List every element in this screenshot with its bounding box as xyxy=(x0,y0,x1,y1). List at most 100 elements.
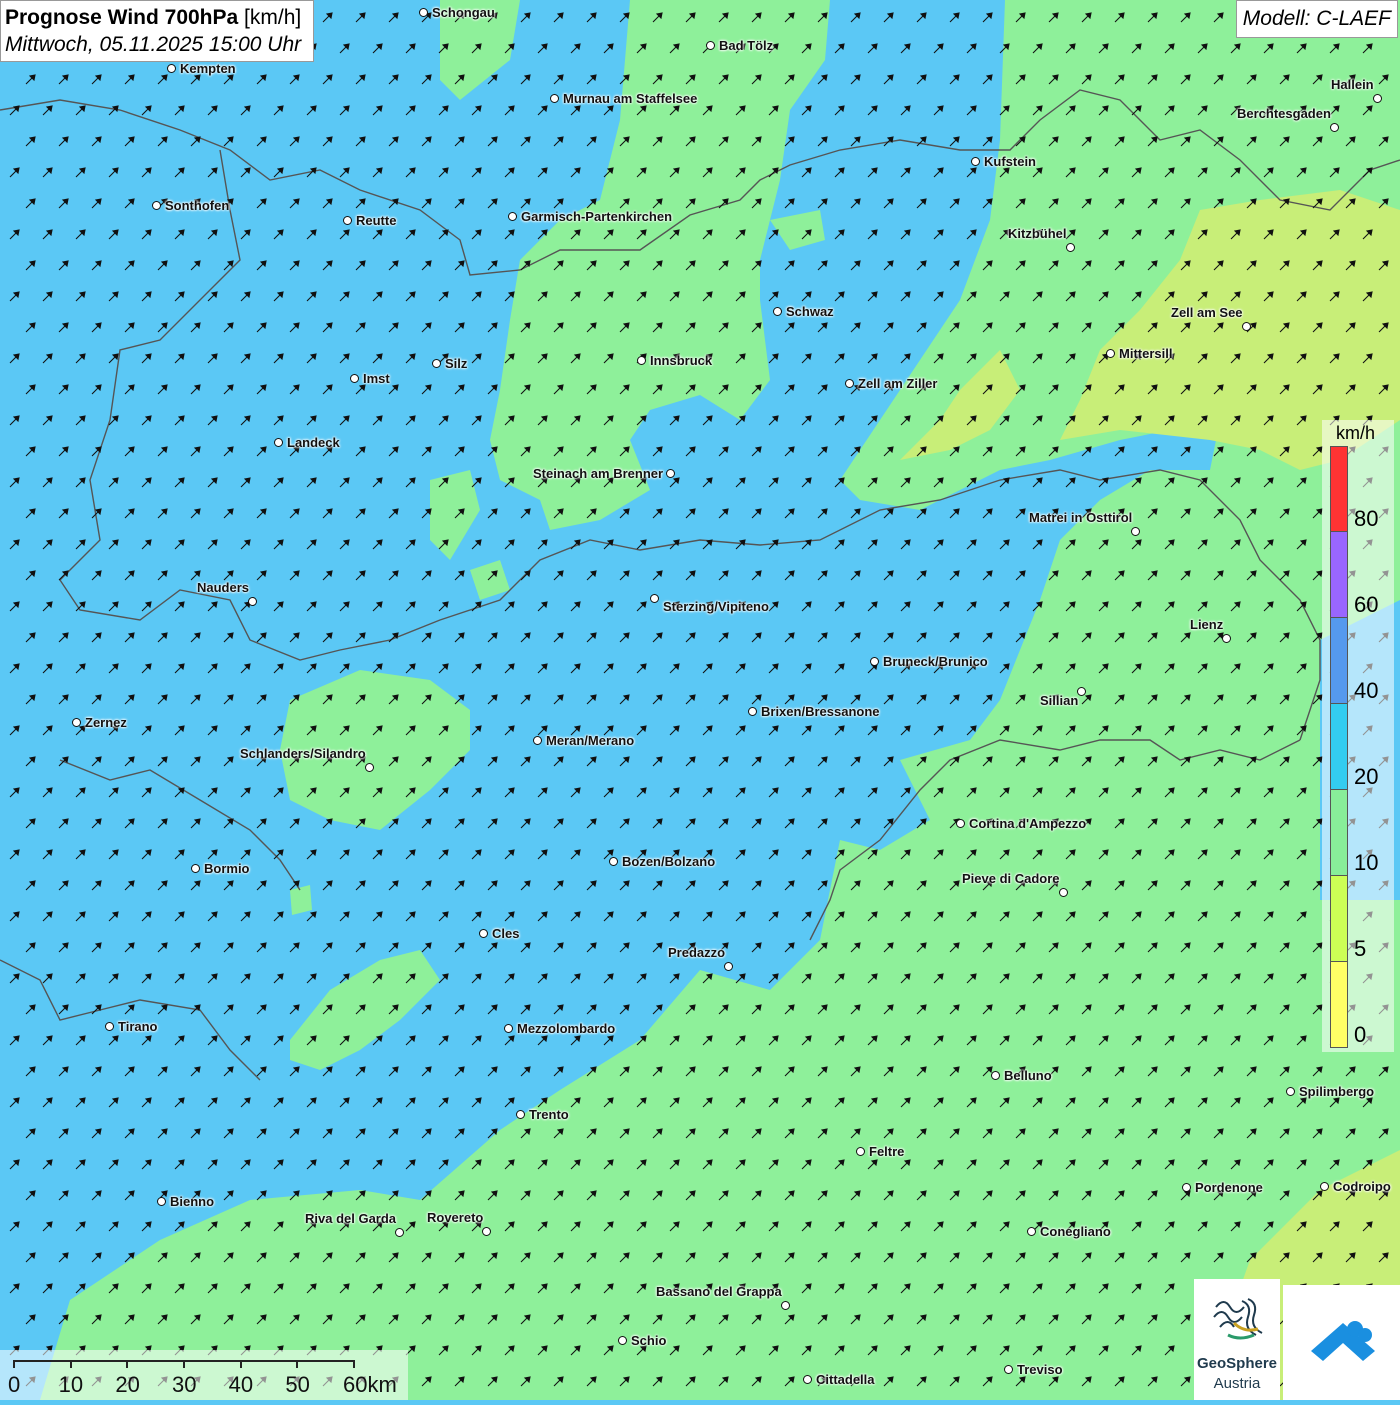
city-label[interactable]: Bormio xyxy=(204,861,250,876)
city-marker-icon xyxy=(105,1022,114,1031)
city-label[interactable]: Tirano xyxy=(118,1019,158,1034)
city-marker-icon xyxy=(706,41,715,50)
scale-tick xyxy=(296,1360,299,1368)
city-marker-icon xyxy=(479,929,488,938)
city-marker-icon xyxy=(191,864,200,873)
city-label[interactable]: Bozen/Bolzano xyxy=(622,854,715,869)
weather-app-icon xyxy=(1311,1321,1375,1361)
scale-label: 0 xyxy=(8,1372,21,1397)
city-marker-icon xyxy=(773,307,782,316)
city-label[interactable]: Kufstein xyxy=(984,154,1036,169)
city-marker-icon xyxy=(637,356,646,365)
city-label[interactable]: Spilimbergo xyxy=(1299,1084,1374,1099)
city-label[interactable]: Zell am Ziller xyxy=(858,376,937,391)
city-label[interactable]: Riva del Garda xyxy=(305,1211,396,1226)
legend-tick-label: 60 xyxy=(1354,592,1379,617)
city-label[interactable]: Matrei in Osttirol xyxy=(1029,510,1132,525)
weather-app-logo xyxy=(1283,1285,1400,1400)
city-marker-icon xyxy=(803,1375,812,1384)
city-marker-icon xyxy=(748,707,757,716)
city-label[interactable]: Bad Tölz xyxy=(719,38,773,53)
city-label[interactable]: Rovereto xyxy=(427,1210,483,1225)
city-label[interactable]: Mezzolombardo xyxy=(517,1021,615,1036)
legend-tick-label: 5 xyxy=(1354,936,1367,961)
city-label[interactable]: Schongau xyxy=(432,5,495,20)
city-label[interactable]: Mittersill xyxy=(1119,346,1172,361)
city-label[interactable]: Sillian xyxy=(1040,693,1078,708)
city-marker-icon xyxy=(157,1197,166,1206)
city-label[interactable]: Zernez xyxy=(85,715,127,730)
city-label[interactable]: Meran/Merano xyxy=(546,733,634,748)
city-marker-icon xyxy=(1059,888,1068,897)
legend-tick-label: 80 xyxy=(1354,506,1379,531)
city-label[interactable]: Innsbruck xyxy=(650,353,712,368)
city-label[interactable]: Steinach am Brenner xyxy=(533,466,663,481)
city-marker-icon xyxy=(395,1228,404,1237)
legend-tick-label: 40 xyxy=(1354,678,1379,703)
city-label[interactable]: Reutte xyxy=(356,213,396,228)
city-marker-icon xyxy=(350,374,359,383)
city-label[interactable]: Cittadella xyxy=(816,1372,875,1387)
city-label[interactable]: Lienz xyxy=(1190,617,1223,632)
city-marker-icon xyxy=(1286,1087,1295,1096)
color-legend: km/h 80 60 40 20 10 5 0 xyxy=(1322,420,1394,1052)
city-label[interactable]: Kempten xyxy=(180,61,236,76)
city-label[interactable]: Belluno xyxy=(1004,1068,1052,1083)
city-label[interactable]: Landeck xyxy=(287,435,340,450)
legend-color-segment xyxy=(1330,962,1348,1048)
city-label[interactable]: Nauders xyxy=(197,580,249,595)
city-label[interactable]: Cortina d'Ampezzo xyxy=(969,816,1086,831)
legend-color-segment xyxy=(1330,790,1348,876)
city-label[interactable]: Pordenone xyxy=(1195,1180,1263,1195)
city-label[interactable]: Brixen/Bressanone xyxy=(761,704,880,719)
city-label[interactable]: Murnau am Staffelsee xyxy=(563,91,697,106)
scale-bar: 0 10 20 30 40 50 60km xyxy=(0,1350,408,1400)
city-label[interactable]: Schwaz xyxy=(786,304,834,319)
city-marker-icon xyxy=(1027,1227,1036,1236)
city-label[interactable]: Treviso xyxy=(1017,1362,1063,1377)
scale-tick xyxy=(239,1360,242,1368)
map-title-bold: Prognose Wind 700hPa xyxy=(5,6,239,29)
city-label[interactable]: Schio xyxy=(631,1333,666,1348)
geosphere-sub: Austria xyxy=(1213,1375,1261,1392)
city-marker-icon xyxy=(482,1227,491,1236)
city-label[interactable]: Codroipo xyxy=(1333,1179,1391,1194)
city-label[interactable]: Silz xyxy=(445,356,467,371)
scale-label: 10 xyxy=(58,1372,84,1397)
city-label[interactable]: Trento xyxy=(529,1107,569,1122)
city-label[interactable]: Feltre xyxy=(869,1144,904,1159)
city-label[interactable]: Predazzo xyxy=(668,945,725,960)
map-title-box: Prognose Wind 700hPa [km/h] Mittwoch, 05… xyxy=(0,0,315,62)
city-marker-icon xyxy=(1330,123,1339,132)
city-marker-icon xyxy=(365,763,374,772)
city-label[interactable]: Sterzing/Vipiteno xyxy=(663,599,769,614)
city-label[interactable]: Pieve di Cadore xyxy=(962,871,1060,886)
forecast-time: Mittwoch, 05.11.2025 15:00 Uhr xyxy=(5,33,302,56)
city-label[interactable]: Bruneck/Brunico xyxy=(883,654,988,669)
scale-tick xyxy=(13,1360,15,1368)
city-label[interactable]: Cles xyxy=(492,926,519,941)
legend-tick-label: 10 xyxy=(1354,850,1379,875)
city-label[interactable]: Imst xyxy=(363,371,390,386)
legend-color-segment xyxy=(1330,532,1348,618)
city-label[interactable]: Sonthofen xyxy=(165,198,229,213)
city-marker-icon xyxy=(870,657,879,666)
city-label[interactable]: Garmisch-Partenkirchen xyxy=(521,209,672,224)
city-label[interactable]: Berchtesgaden xyxy=(1237,106,1331,121)
city-label[interactable]: Bienno xyxy=(170,1194,214,1209)
city-label[interactable]: Zell am See xyxy=(1171,305,1243,320)
city-marker-icon xyxy=(1182,1183,1191,1192)
city-marker-icon xyxy=(419,8,428,17)
city-label[interactable]: Conegliano xyxy=(1040,1224,1111,1239)
city-label[interactable]: Hallein xyxy=(1331,77,1374,92)
city-label[interactable]: Kitzbühel xyxy=(1008,226,1067,241)
scale-tick xyxy=(353,1360,355,1368)
city-label[interactable]: Schlanders/Silandro xyxy=(240,746,366,761)
city-marker-icon xyxy=(432,359,441,368)
scale-tick xyxy=(69,1360,72,1368)
city-marker-icon xyxy=(956,819,965,828)
city-marker-icon xyxy=(1222,634,1231,643)
city-label[interactable]: Bassano del Grappa xyxy=(656,1284,782,1299)
city-marker-icon xyxy=(508,212,517,221)
geosphere-logo: GeoSphere Austria xyxy=(1194,1279,1280,1400)
